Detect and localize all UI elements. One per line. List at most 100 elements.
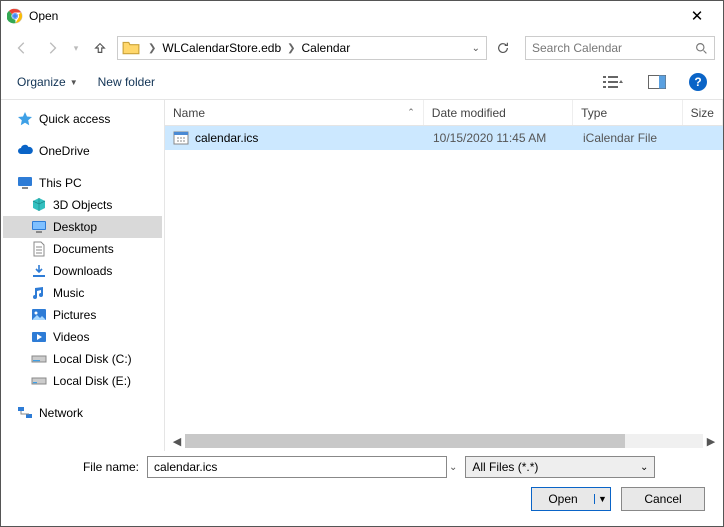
- column-label: Size: [691, 106, 714, 120]
- sidebar-label: Network: [39, 406, 83, 420]
- sidebar-item-network[interactable]: Network: [3, 402, 162, 424]
- scroll-right-icon[interactable]: ▶: [703, 435, 719, 448]
- sidebar-label: Documents: [53, 242, 114, 256]
- chrome-icon: [7, 8, 23, 24]
- calendar-file-icon: [173, 130, 189, 146]
- window-title: Open: [29, 9, 677, 23]
- close-button[interactable]: ✕: [677, 7, 717, 25]
- sidebar-item-videos[interactable]: Videos: [3, 326, 162, 348]
- preview-pane-button[interactable]: [645, 70, 669, 94]
- sidebar-label: Desktop: [53, 220, 97, 234]
- column-header-size[interactable]: Size: [683, 100, 723, 125]
- horizontal-scrollbar[interactable]: ◀ ▶: [169, 433, 719, 449]
- chevron-down-icon: ▼: [70, 78, 78, 87]
- column-label: Type: [581, 106, 607, 120]
- file-date: 10/15/2020 11:45 AM: [425, 131, 575, 145]
- chevron-down-icon: ⌄: [449, 462, 457, 473]
- sidebar-label: Videos: [53, 330, 89, 344]
- filename-input[interactable]: [147, 456, 447, 478]
- chevron-right-icon[interactable]: ❯: [283, 43, 299, 54]
- sidebar-item-onedrive[interactable]: OneDrive: [3, 140, 162, 162]
- address-dropdown[interactable]: ⌄: [466, 43, 486, 54]
- sort-ascending-icon: ⌃: [407, 107, 415, 118]
- sidebar-item-downloads[interactable]: Downloads: [3, 260, 162, 282]
- scroll-left-icon[interactable]: ◀: [169, 435, 185, 448]
- network-icon: [17, 405, 33, 421]
- search-icon: [695, 42, 708, 55]
- recent-locations-dropdown[interactable]: ▾: [69, 35, 83, 61]
- new-folder-button[interactable]: New folder: [98, 75, 155, 89]
- main-area: Quick access OneDrive This PC 3D Objects…: [1, 99, 723, 451]
- scrollbar-thumb[interactable]: [185, 434, 625, 448]
- back-button[interactable]: [9, 35, 35, 61]
- column-header-type[interactable]: Type: [573, 100, 683, 125]
- sidebar-item-desktop[interactable]: Desktop: [3, 216, 162, 238]
- file-name: calendar.ics: [195, 131, 258, 145]
- toolbar: Organize ▼ New folder ?: [1, 65, 723, 99]
- chevron-down-icon: ⌄: [640, 462, 648, 473]
- sidebar-item-quick-access[interactable]: Quick access: [3, 108, 162, 130]
- sidebar-label: This PC: [39, 176, 82, 190]
- cube-icon: [31, 197, 47, 213]
- desktop-icon: [31, 219, 47, 235]
- refresh-button[interactable]: [491, 36, 515, 60]
- sidebar-item-documents[interactable]: Documents: [3, 238, 162, 260]
- sidebar-item-this-pc[interactable]: This PC: [3, 172, 162, 194]
- cancel-label: Cancel: [644, 492, 681, 506]
- video-icon: [31, 329, 47, 345]
- breadcrumb-item[interactable]: WLCalendarStore.edb: [160, 41, 283, 55]
- sidebar-label: Music: [53, 286, 84, 300]
- column-header-date[interactable]: Date modified: [424, 100, 573, 125]
- file-list: Name ⌃ Date modified Type Size calendar.…: [164, 100, 723, 451]
- document-icon: [31, 241, 47, 257]
- help-button[interactable]: ?: [689, 73, 707, 91]
- column-label: Name: [173, 106, 205, 120]
- sidebar-item-pictures[interactable]: Pictures: [3, 304, 162, 326]
- drive-icon: [31, 373, 47, 389]
- column-header-name[interactable]: Name ⌃: [165, 100, 424, 125]
- breadcrumb-item[interactable]: Calendar: [300, 41, 353, 55]
- sidebar-item-disk-c[interactable]: Local Disk (C:): [3, 348, 162, 370]
- sidebar-label: Downloads: [53, 264, 112, 278]
- sidebar-item-disk-e[interactable]: Local Disk (E:): [3, 370, 162, 392]
- view-options-button[interactable]: [601, 70, 625, 94]
- picture-icon: [31, 307, 47, 323]
- filename-label: File name:: [19, 460, 139, 474]
- sidebar-label: 3D Objects: [53, 198, 112, 212]
- open-button[interactable]: Open ▼: [531, 487, 611, 511]
- sidebar-label: Local Disk (C:): [53, 352, 132, 366]
- sidebar-label: Quick access: [39, 112, 110, 126]
- dialog-buttons: Open ▼ Cancel: [1, 483, 723, 521]
- filter-label: All Files (*.*): [472, 460, 538, 474]
- cancel-button[interactable]: Cancel: [621, 487, 705, 511]
- scrollbar-track[interactable]: [185, 434, 703, 448]
- sidebar-item-music[interactable]: Music: [3, 282, 162, 304]
- star-icon: [17, 111, 33, 127]
- file-type-filter[interactable]: All Files (*.*) ⌄: [465, 456, 655, 478]
- chevron-right-icon[interactable]: ❯: [144, 43, 160, 54]
- up-button[interactable]: [87, 35, 113, 61]
- column-headers: Name ⌃ Date modified Type Size: [165, 100, 723, 126]
- sidebar-label: Pictures: [53, 308, 96, 322]
- sidebar-label: OneDrive: [39, 144, 90, 158]
- filename-row: File name: ⌄ All Files (*.*) ⌄: [1, 451, 723, 483]
- file-row[interactable]: calendar.ics 10/15/2020 11:45 AM iCalend…: [165, 126, 723, 150]
- music-icon: [31, 285, 47, 301]
- folder-icon: [122, 39, 140, 57]
- address-bar[interactable]: ❯ WLCalendarStore.edb ❯ Calendar ⌄: [117, 36, 487, 60]
- navigation-bar: ▾ ❯ WLCalendarStore.edb ❯ Calendar ⌄ Sea…: [1, 31, 723, 65]
- navigation-pane: Quick access OneDrive This PC 3D Objects…: [1, 100, 164, 451]
- title-bar: Open ✕: [1, 1, 723, 31]
- sidebar-item-3d-objects[interactable]: 3D Objects: [3, 194, 162, 216]
- organize-label: Organize: [17, 75, 66, 89]
- organize-menu[interactable]: Organize ▼: [17, 75, 78, 89]
- open-label: Open: [532, 492, 594, 506]
- pc-icon: [17, 175, 33, 191]
- download-icon: [31, 263, 47, 279]
- drive-icon: [31, 351, 47, 367]
- sidebar-label: Local Disk (E:): [53, 374, 131, 388]
- cloud-icon: [17, 143, 33, 159]
- forward-button[interactable]: [39, 35, 65, 61]
- search-input[interactable]: Search Calendar: [525, 36, 715, 60]
- open-split-dropdown[interactable]: ▼: [594, 494, 610, 504]
